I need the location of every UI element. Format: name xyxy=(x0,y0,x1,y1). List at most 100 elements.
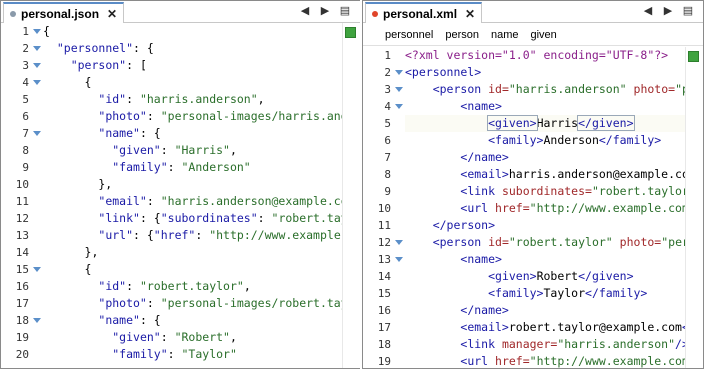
fold-toggle-icon[interactable] xyxy=(395,257,403,262)
code-line[interactable]: }, xyxy=(43,244,342,261)
line-number: 14 xyxy=(1,244,43,261)
code-token: href= xyxy=(495,354,530,368)
next-editor-icon[interactable]: ▶ xyxy=(318,4,332,17)
previous-editor-icon[interactable]: ◀ xyxy=(641,4,655,17)
code-line[interactable]: <person id="robert.taylor" photo="person… xyxy=(405,234,685,251)
code-line[interactable]: <name> xyxy=(405,98,685,115)
close-icon[interactable]: ✕ xyxy=(465,7,475,21)
xml-tab-tools: ◀ ▶ ▤ xyxy=(641,4,695,17)
fold-toggle-icon[interactable] xyxy=(33,29,41,34)
overview-ruler[interactable] xyxy=(342,23,360,368)
code-line[interactable]: "email": "harris.anderson@example.com", xyxy=(43,193,342,210)
code-line[interactable]: <family>Anderson</family> xyxy=(405,132,685,149)
code-line[interactable]: <email>robert.taylor@example.com</email> xyxy=(405,319,685,336)
fold-toggle-icon[interactable] xyxy=(395,87,403,92)
code-line[interactable]: "photo": "personal-images/harris.anderso… xyxy=(43,108,342,125)
code-line[interactable]: <?xml version="1.0" encoding="UTF-8"?> xyxy=(405,47,685,64)
breadcrumb-given[interactable]: given xyxy=(531,29,557,41)
xml-editor[interactable]: 1 2 3 4 5 6 7 8 9 10 11 12 13 14 15 16 17 18 19 <?xml vers… xyxy=(363,47,703,368)
editor-menu-icon[interactable]: ▤ xyxy=(681,4,695,17)
code-line[interactable]: "photo": "personal-images/robert.taylor.… xyxy=(43,295,342,312)
code-token: : { xyxy=(139,211,161,225)
close-icon[interactable]: ✕ xyxy=(107,7,117,21)
xml-code-area[interactable]: <?xml version="1.0" encoding="UTF-8"?> <p… xyxy=(405,47,685,368)
code-token: <link xyxy=(460,184,502,198)
code-line[interactable]: "given": "Robert", xyxy=(43,329,342,346)
breadcrumb-name[interactable]: name xyxy=(491,29,519,41)
code-line[interactable]: "name": { xyxy=(43,125,342,142)
line-number: 17 xyxy=(363,319,405,336)
code-line[interactable]: </name> xyxy=(405,302,685,319)
code-line[interactable]: <url href="http://www.example.com"/> xyxy=(405,353,685,368)
tab-personal-json[interactable]: personal.json ✕ xyxy=(3,2,125,23)
previous-editor-icon[interactable]: ◀ xyxy=(298,4,312,17)
line-number-label: 9 xyxy=(384,185,391,198)
code-line[interactable]: </person> xyxy=(405,217,685,234)
code-line[interactable]: { xyxy=(43,261,342,278)
code-line[interactable]: <name> xyxy=(405,251,685,268)
code-line[interactable]: <given>Harris</given> xyxy=(405,115,685,132)
json-code-area[interactable]: { "personnel": { "person": [ { "id": "ha… xyxy=(43,23,342,368)
code-line[interactable]: }, xyxy=(43,176,342,193)
code-line[interactable]: "id": "robert.taylor", xyxy=(43,278,342,295)
breadcrumb-person[interactable]: person xyxy=(445,29,479,41)
code-line[interactable]: <given>Robert</given> xyxy=(405,268,685,285)
code-token: photo= xyxy=(619,235,662,249)
fold-toggle-icon[interactable] xyxy=(33,46,41,51)
fold-toggle-icon[interactable] xyxy=(395,104,403,109)
code-token: <?xml version="1.0" encoding="UTF-8"?> xyxy=(405,48,669,62)
line-number: 2 xyxy=(1,40,43,57)
line-number-label: 16 xyxy=(377,304,391,317)
line-number-label: 13 xyxy=(377,253,391,266)
fold-toggle-icon[interactable] xyxy=(33,267,41,272)
code-line[interactable]: "personnel": { xyxy=(43,40,342,57)
code-line[interactable]: <link subordinates="robert.taylor"/> xyxy=(405,183,685,200)
code-line[interactable]: "id": "harris.anderson", xyxy=(43,91,342,108)
code-token: </family> xyxy=(585,286,648,300)
code-line[interactable]: <email>harris.anderson@example.com</emai… xyxy=(405,166,685,183)
tab-personal-xml[interactable]: personal.xml ✕ xyxy=(365,2,483,23)
code-line[interactable]: "url": {"href": "http://www.example.com"… xyxy=(43,227,342,244)
code-line[interactable]: <link manager="harris.anderson"/> xyxy=(405,336,685,353)
code-line[interactable]: <personnel> xyxy=(405,64,685,81)
fold-toggle-icon[interactable] xyxy=(33,63,41,68)
code-line[interactable]: "given": "Harris", xyxy=(43,142,342,159)
line-number: 20 xyxy=(1,346,43,363)
line-number-label: 6 xyxy=(384,134,391,147)
code-token: : { xyxy=(139,313,161,327)
code-line[interactable]: { xyxy=(43,74,342,91)
code-line[interactable]: "link": {"subordinates": "robert.taylor"… xyxy=(43,210,342,227)
code-token: <personnel> xyxy=(405,65,482,79)
code-line[interactable]: "family": "Anderson" xyxy=(43,159,342,176)
fold-toggle-icon[interactable] xyxy=(33,318,41,323)
breadcrumb-personnel[interactable]: personnel xyxy=(385,29,433,41)
editor-menu-icon[interactable]: ▤ xyxy=(338,4,352,17)
fold-toggle-icon[interactable] xyxy=(33,80,41,85)
fold-toggle-icon[interactable] xyxy=(395,240,403,245)
code-line[interactable]: { xyxy=(43,23,342,40)
code-line[interactable]: <person id="harris.anderson" photo="pers… xyxy=(405,81,685,98)
line-number: 5 xyxy=(363,115,405,132)
code-line[interactable]: <family>Taylor</family> xyxy=(405,285,685,302)
fold-toggle-icon[interactable] xyxy=(395,70,403,75)
code-line[interactable]: "person": [ xyxy=(43,57,342,74)
code-token: /> xyxy=(675,337,685,351)
code-token: robert.taylor@example.com xyxy=(508,320,682,334)
code-line[interactable]: </name> xyxy=(405,149,685,166)
code-token: "link" xyxy=(98,211,140,225)
code-line[interactable]: "name": { xyxy=(43,312,342,329)
next-editor-icon[interactable]: ▶ xyxy=(661,4,675,17)
fold-toggle-icon[interactable] xyxy=(33,131,41,136)
line-number: 8 xyxy=(1,142,43,159)
code-line[interactable]: <url href="http://www.example.com"/> xyxy=(405,200,685,217)
code-line[interactable]: "family": "Taylor" xyxy=(43,346,342,363)
code-token: "href" xyxy=(153,228,196,242)
line-number: 8 xyxy=(363,166,405,183)
overview-ruler[interactable] xyxy=(685,47,703,368)
json-editor[interactable]: 1 2 3 4 5 6 7 8 9 10 11 12 13 14 15 16 17 18 19 20 { "perso… xyxy=(1,23,360,368)
